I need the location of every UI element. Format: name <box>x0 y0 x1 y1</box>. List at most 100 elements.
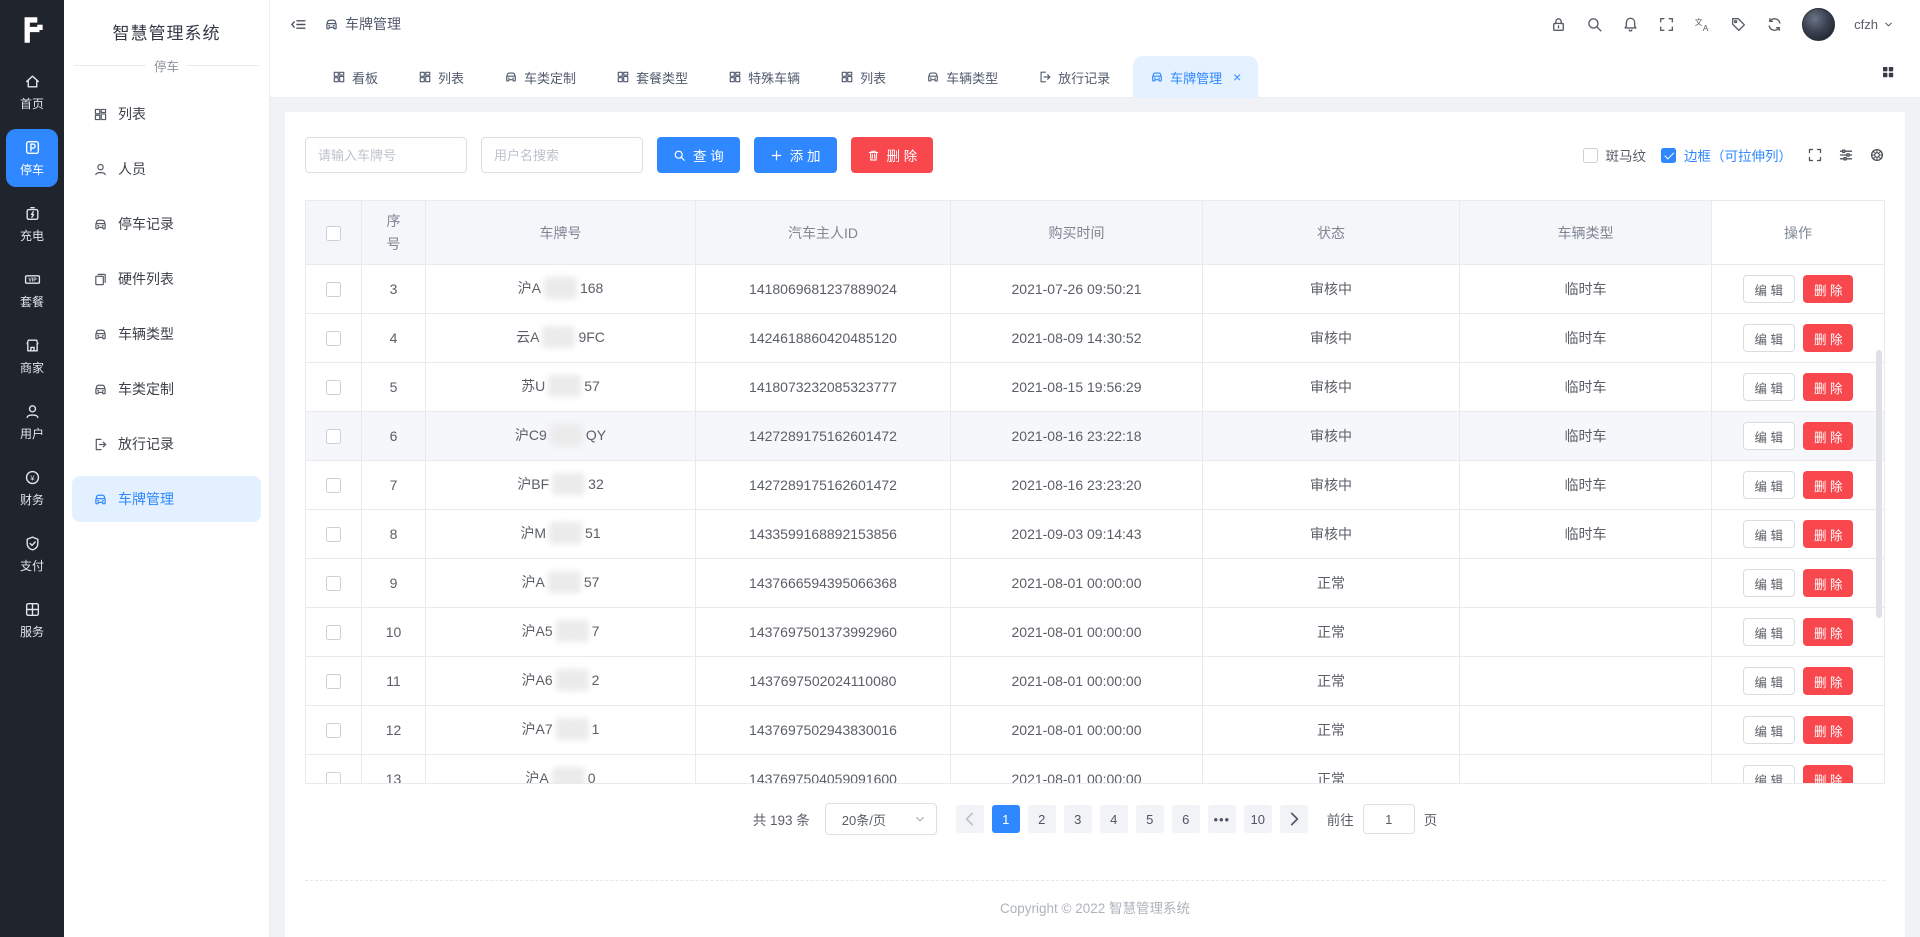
rail-item-vip[interactable]: VIP套餐 <box>6 261 58 319</box>
row-checkbox[interactable] <box>326 331 341 346</box>
edit-button[interactable]: 编 辑 <box>1743 618 1795 646</box>
page-button-4[interactable]: 4 <box>1100 805 1128 833</box>
goto-page-input[interactable] <box>1363 804 1415 834</box>
page-button-10[interactable]: 10 <box>1244 805 1272 833</box>
tab-7[interactable]: 放行记录 <box>1021 56 1127 98</box>
table-scrollbar[interactable] <box>1876 350 1882 618</box>
edit-button[interactable]: 编 辑 <box>1743 275 1795 303</box>
rail-item-pay[interactable]: 支付 <box>6 525 58 583</box>
tab-0[interactable]: 看板 <box>315 56 395 98</box>
plate-search-input[interactable] <box>305 137 467 173</box>
more-pages-button[interactable]: ••• <box>1208 805 1236 833</box>
table-gear-button[interactable] <box>1869 147 1885 163</box>
zebra-checkbox[interactable] <box>1583 148 1598 163</box>
row-delete-button[interactable]: 删 除 <box>1803 569 1853 597</box>
tab-2[interactable]: 车类定制 <box>487 56 593 98</box>
user-icon <box>24 403 41 420</box>
row-delete-button[interactable]: 删 除 <box>1803 422 1853 450</box>
page-button-3[interactable]: 3 <box>1064 805 1092 833</box>
row-delete-button[interactable]: 删 除 <box>1803 471 1853 499</box>
edit-button[interactable]: 编 辑 <box>1743 471 1795 499</box>
row-delete-button[interactable]: 删 除 <box>1803 716 1853 744</box>
border-checkbox[interactable] <box>1661 148 1676 163</box>
lock-button[interactable] <box>1550 16 1567 33</box>
page-button-1[interactable]: 1 <box>992 805 1020 833</box>
page-button-6[interactable]: 6 <box>1172 805 1200 833</box>
tag-button[interactable] <box>1730 16 1747 33</box>
sidebar-item-0[interactable]: 列表 <box>72 91 261 137</box>
row-checkbox[interactable] <box>326 723 341 738</box>
row-checkbox[interactable] <box>326 282 341 297</box>
user-menu[interactable]: cfzh <box>1854 17 1894 32</box>
search-button[interactable] <box>1586 16 1603 33</box>
row-checkbox[interactable] <box>326 576 341 591</box>
rail-item-service[interactable]: 服务 <box>6 591 58 649</box>
row-checkbox[interactable] <box>326 674 341 689</box>
page-size-select[interactable]: 20条/页 <box>825 803 937 835</box>
edit-button[interactable]: 编 辑 <box>1743 520 1795 548</box>
tab-8[interactable]: 车牌管理× <box>1133 56 1258 98</box>
delete-button[interactable]: 删 除 <box>851 137 934 173</box>
username-search-input[interactable] <box>481 137 643 173</box>
close-tab-icon[interactable]: × <box>1233 70 1241 84</box>
tab-1[interactable]: 列表 <box>401 56 481 98</box>
edit-button[interactable]: 编 辑 <box>1743 765 1795 784</box>
edit-button[interactable]: 编 辑 <box>1743 667 1795 695</box>
sidebar-item-1[interactable]: 人员 <box>72 146 261 192</box>
add-button[interactable]: 添 加 <box>754 137 837 173</box>
username: cfzh <box>1854 17 1878 32</box>
sidebar-item-5[interactable]: 车类定制 <box>72 366 261 412</box>
row-delete-button[interactable]: 删 除 <box>1803 765 1853 784</box>
table-list-settings-button[interactable] <box>1838 147 1854 163</box>
row-checkbox[interactable] <box>326 772 341 784</box>
tab-6[interactable]: 车辆类型 <box>909 56 1015 98</box>
edit-button[interactable]: 编 辑 <box>1743 324 1795 352</box>
sidebar-item-3[interactable]: 硬件列表 <box>72 256 261 302</box>
row-delete-button[interactable]: 删 除 <box>1803 373 1853 401</box>
rail-item-shop[interactable]: 商家 <box>6 327 58 385</box>
border-toggle[interactable]: 边框（可拉伸列） <box>1661 145 1792 165</box>
row-delete-button[interactable]: 删 除 <box>1803 520 1853 548</box>
rail-item-user[interactable]: 用户 <box>6 393 58 451</box>
sidebar-item-2[interactable]: 停车记录 <box>72 201 261 247</box>
row-delete-button[interactable]: 删 除 <box>1803 618 1853 646</box>
tab-4[interactable]: 特殊车辆 <box>711 56 817 98</box>
row-delete-button[interactable]: 删 除 <box>1803 275 1853 303</box>
bell-button[interactable] <box>1622 16 1639 33</box>
search-button[interactable]: 查 询 <box>657 137 740 173</box>
sidebar-item-7[interactable]: 车牌管理 <box>72 476 261 522</box>
refresh-button[interactable] <box>1766 16 1783 33</box>
edit-button[interactable]: 编 辑 <box>1743 373 1795 401</box>
rail-item-finance[interactable]: ¥财务 <box>6 459 58 517</box>
tab-layout-grid-icon[interactable] <box>1880 64 1896 80</box>
row-delete-button[interactable]: 删 除 <box>1803 324 1853 352</box>
edit-button[interactable]: 编 辑 <box>1743 716 1795 744</box>
sidebar-item-6[interactable]: 放行记录 <box>72 421 261 467</box>
row-checkbox[interactable] <box>326 380 341 395</box>
rail-item-home[interactable]: 首页 <box>6 63 58 121</box>
table-fullscreen-button[interactable] <box>1807 147 1823 163</box>
fullscreen-button[interactable] <box>1658 16 1675 33</box>
prev-page-button[interactable] <box>956 805 984 833</box>
avatar[interactable] <box>1802 8 1835 41</box>
tab-5[interactable]: 列表 <box>823 56 903 98</box>
page-button-5[interactable]: 5 <box>1136 805 1164 833</box>
row-checkbox[interactable] <box>326 429 341 444</box>
collapse-sidebar-icon[interactable] <box>290 16 307 33</box>
edit-button[interactable]: 编 辑 <box>1743 422 1795 450</box>
row-delete-button[interactable]: 删 除 <box>1803 667 1853 695</box>
page-button-2[interactable]: 2 <box>1028 805 1056 833</box>
row-checkbox[interactable] <box>326 478 341 493</box>
rail-item-charge[interactable]: 充电 <box>6 195 58 253</box>
next-page-button[interactable] <box>1280 805 1308 833</box>
translate-button[interactable]: 文A <box>1694 16 1711 33</box>
sidebar-item-4[interactable]: 车辆类型 <box>72 311 261 357</box>
rail-item-parking[interactable]: 停车 <box>6 129 58 187</box>
app-logo-icon[interactable] <box>15 13 49 47</box>
edit-button[interactable]: 编 辑 <box>1743 569 1795 597</box>
row-checkbox[interactable] <box>326 527 341 542</box>
tab-3[interactable]: 套餐类型 <box>599 56 705 98</box>
zebra-stripe-toggle[interactable]: 斑马纹 <box>1583 145 1647 165</box>
select-all-checkbox[interactable] <box>326 226 341 241</box>
row-checkbox[interactable] <box>326 625 341 640</box>
